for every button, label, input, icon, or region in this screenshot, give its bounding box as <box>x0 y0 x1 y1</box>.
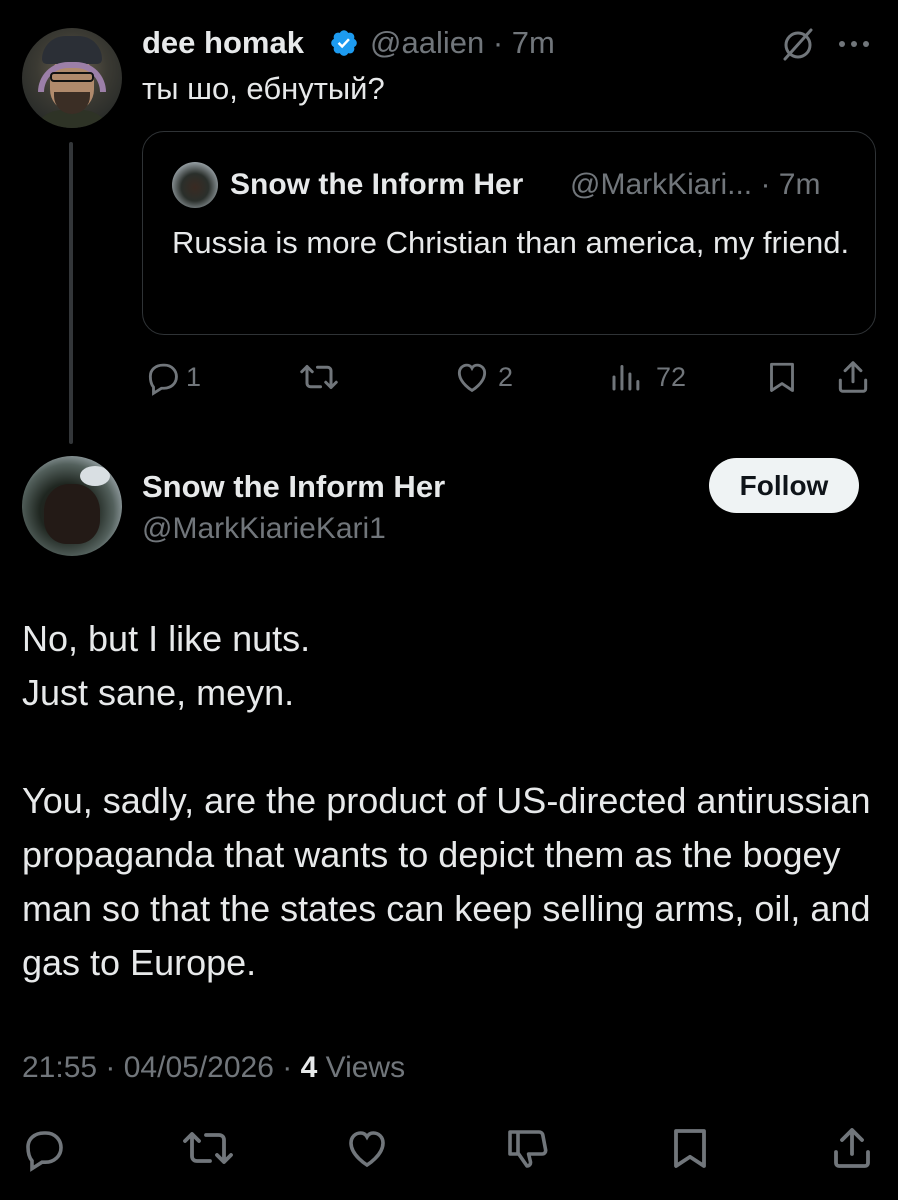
slash-circle-icon[interactable] <box>778 24 818 64</box>
views-icon <box>612 365 640 391</box>
author-handle[interactable]: @MarkKiarieKari1 <box>142 508 386 550</box>
bookmark-icon[interactable] <box>666 1124 714 1172</box>
dislike-icon[interactable] <box>504 1124 552 1172</box>
tweet-paragraph: You, sadly, are the product of US-direct… <box>22 780 871 983</box>
share-button[interactable] <box>834 355 872 399</box>
quoted-tweet-text: Russia is more Christian than america, m… <box>172 225 850 260</box>
like-count: 2 <box>498 361 514 392</box>
share-icon <box>838 361 868 393</box>
tweet-time[interactable]: 21:55 <box>22 1051 97 1084</box>
quoted-author-handle: @MarkKiari... · 7m <box>570 168 821 201</box>
avatar-dee-homak[interactable] <box>22 28 122 128</box>
tweet-line: Just sane, meyn. <box>22 672 295 713</box>
author-handle[interactable]: @aalien · 7m <box>370 22 555 64</box>
views-count: 4 <box>300 1051 318 1084</box>
bookmark-button[interactable] <box>764 355 800 399</box>
views-count: 72 <box>656 361 687 392</box>
reply-count: 1 <box>186 361 202 392</box>
share-icon[interactable] <box>828 1124 876 1172</box>
reply-icon[interactable] <box>20 1124 68 1172</box>
quoted-author-name: Snow the Inform Her <box>230 168 524 201</box>
author-name[interactable]: Snow the Inform Her <box>142 466 445 508</box>
more-icon[interactable] <box>836 38 872 50</box>
like-button[interactable]: 2 <box>452 355 513 399</box>
like-icon <box>457 363 487 393</box>
views-button[interactable]: 72 <box>608 355 686 399</box>
like-icon[interactable] <box>343 1124 391 1172</box>
tweet-date[interactable]: 04/05/2026 <box>124 1051 274 1084</box>
verified-badge-icon <box>331 30 357 56</box>
follow-button[interactable]: Follow <box>709 458 859 513</box>
bookmark-icon <box>770 362 794 392</box>
tweet-action-bar <box>0 1118 898 1178</box>
tweet-line: No, but I like nuts. <box>22 618 311 659</box>
views-label: Views <box>325 1051 406 1084</box>
tweet-metadata: 21:55 · 04/05/2026 · 4 Views <box>22 1051 406 1084</box>
reply-button[interactable]: 1 <box>144 355 201 399</box>
repost-button[interactable] <box>298 355 340 399</box>
quoted-author-avatar <box>172 162 218 208</box>
thread-connector-line <box>69 142 73 444</box>
repost-icon <box>300 365 338 389</box>
tweet-body: No, but I like nuts. Just sane, meyn. Yo… <box>22 612 882 990</box>
avatar-snow-the-inform-her[interactable] <box>22 456 122 556</box>
reply-icon <box>148 363 178 396</box>
repost-icon[interactable] <box>180 1124 236 1172</box>
tweet-text: ты шо, ебнутый? <box>142 71 385 106</box>
author-name[interactable]: dee homak <box>142 22 304 64</box>
